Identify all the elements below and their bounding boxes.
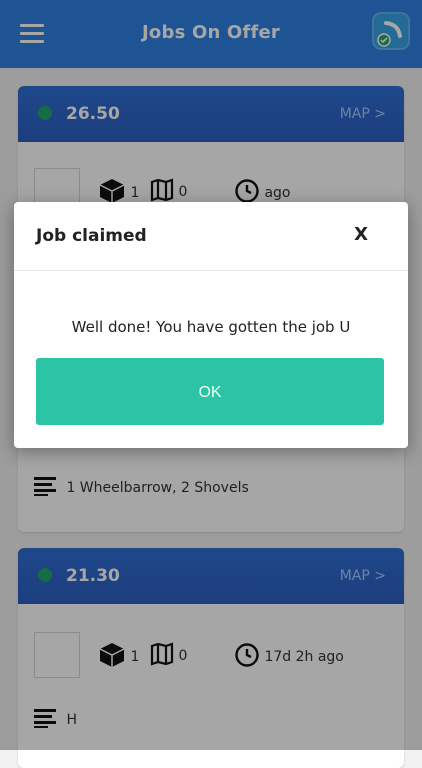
ok-button[interactable]: OK (36, 358, 384, 425)
dialog-message: Well done! You have gotten the job U (71, 318, 351, 336)
close-button[interactable]: X (354, 224, 368, 245)
dialog-title: Job claimed (36, 226, 147, 246)
job-claimed-dialog: Job claimed X Well done! You have gotten… (14, 202, 408, 448)
dialog-header: Job claimed X (14, 202, 408, 271)
